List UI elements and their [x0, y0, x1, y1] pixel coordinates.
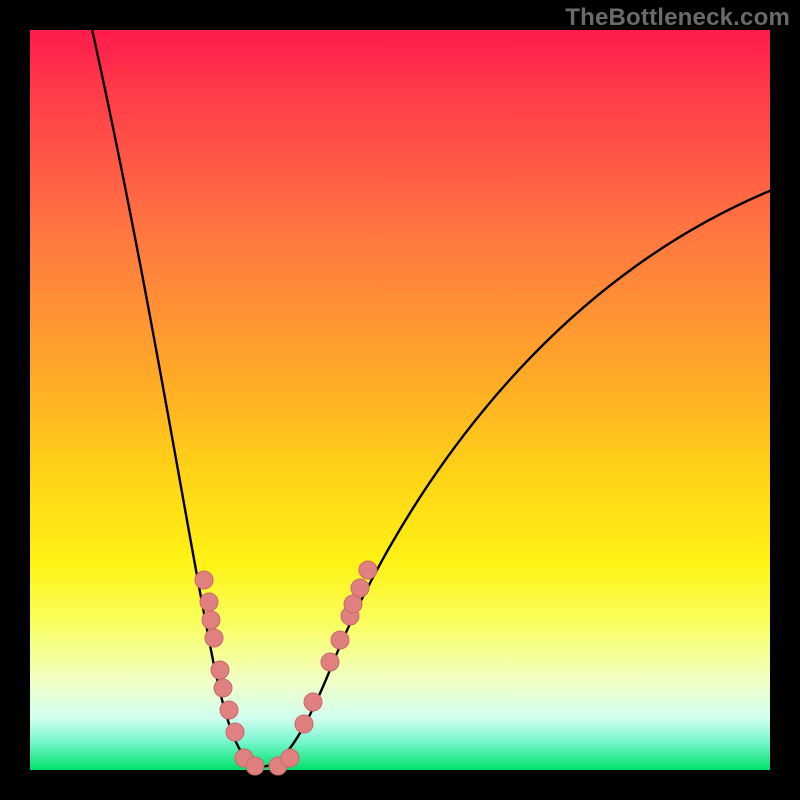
bottleneck-curve — [90, 20, 772, 766]
data-marker — [281, 749, 299, 767]
data-marker — [331, 631, 349, 649]
data-marker — [304, 693, 322, 711]
plot-area — [30, 30, 770, 770]
watermark-text: TheBottleneck.com — [565, 4, 790, 32]
markers-left-group — [195, 571, 264, 775]
chart-frame: TheBottleneck.com — [0, 0, 800, 800]
data-marker — [214, 679, 232, 697]
data-marker — [351, 579, 369, 597]
data-marker — [359, 561, 377, 579]
data-marker — [205, 629, 223, 647]
data-marker — [246, 757, 264, 775]
data-marker — [344, 595, 362, 613]
data-marker — [226, 723, 244, 741]
data-marker — [295, 715, 313, 733]
data-marker — [200, 593, 218, 611]
data-marker — [321, 653, 339, 671]
data-marker — [220, 701, 238, 719]
data-marker — [202, 611, 220, 629]
data-marker — [211, 661, 229, 679]
curve-svg — [30, 30, 770, 770]
markers-right-group — [269, 561, 377, 775]
data-marker — [195, 571, 213, 589]
